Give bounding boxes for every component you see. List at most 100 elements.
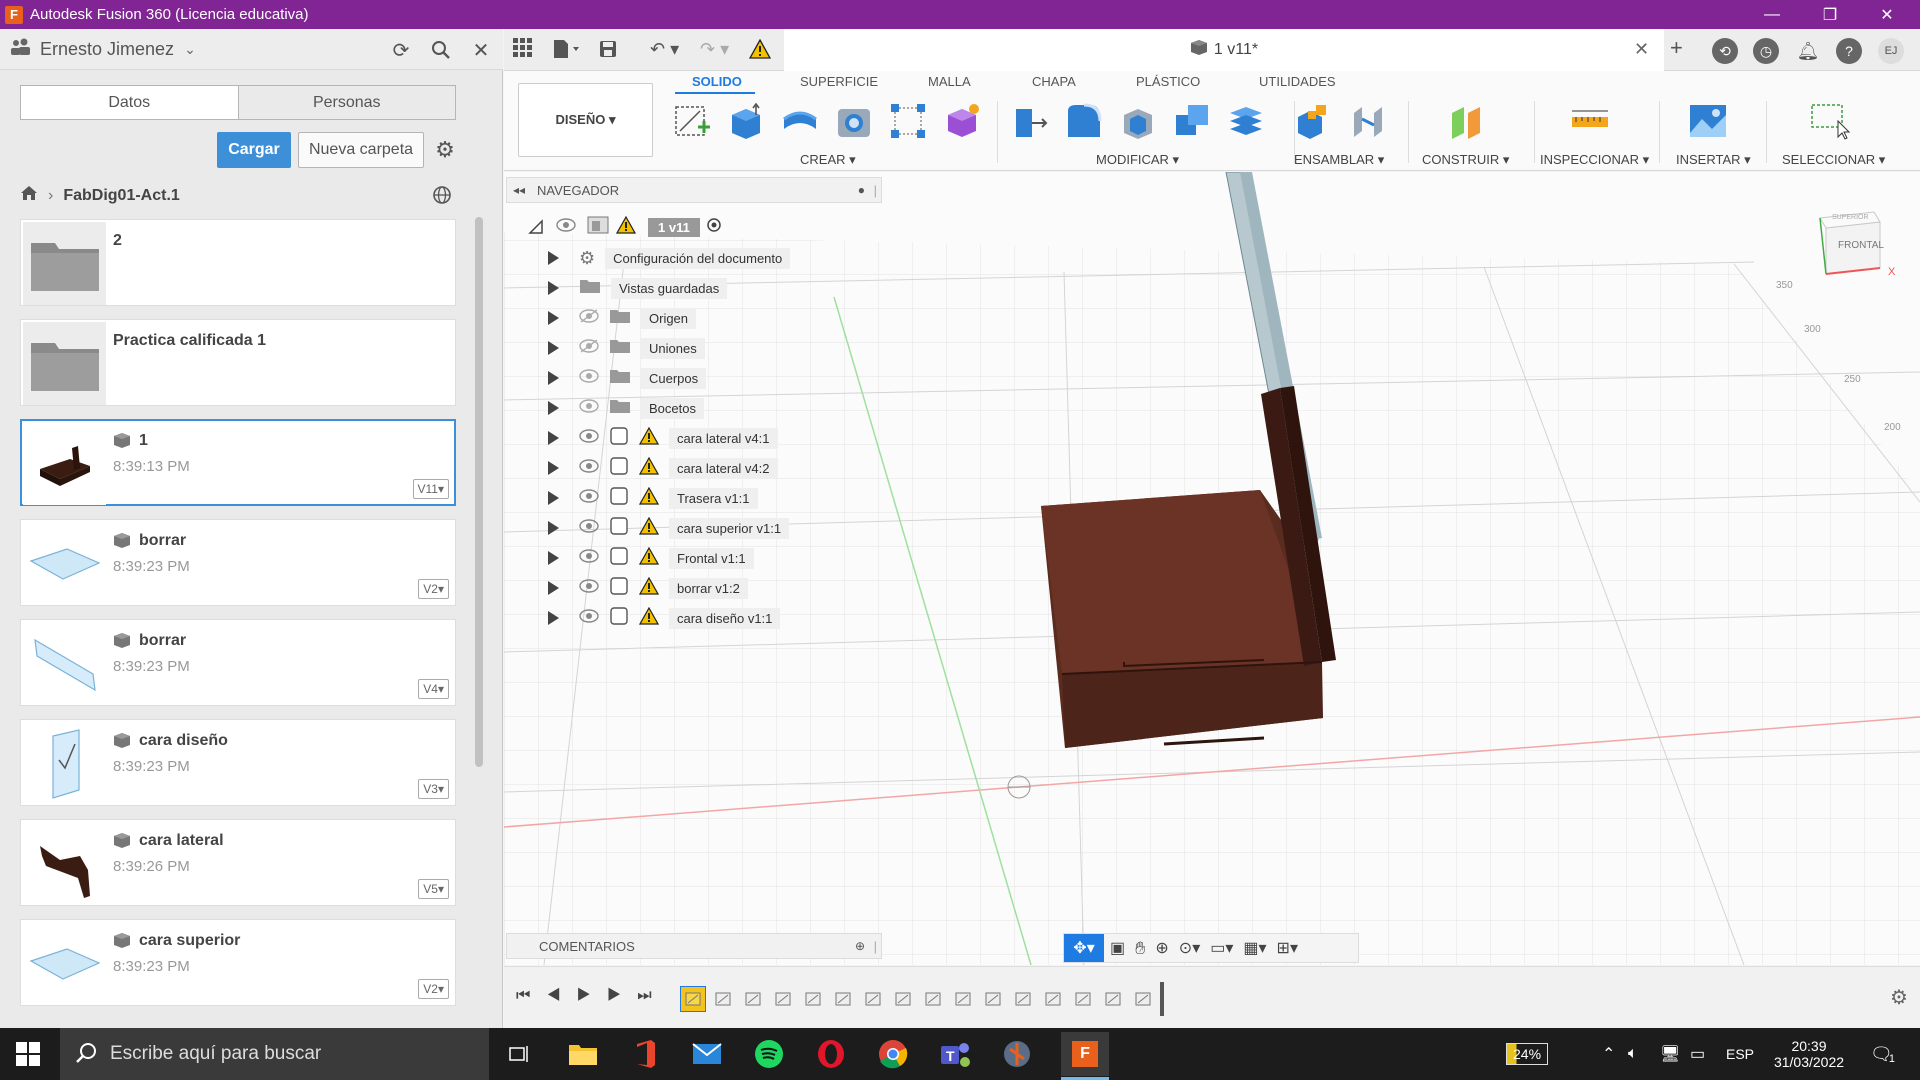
help-icon[interactable]: ? <box>1836 38 1862 64</box>
viewports-icon[interactable]: ⊞▾ <box>1277 938 1298 958</box>
pan-hand-icon[interactable]: ✋︎ <box>1135 938 1145 959</box>
extrude-icon[interactable] <box>726 101 766 141</box>
grid-icon[interactable]: ▦▾ <box>1243 938 1266 958</box>
eye-icon[interactable] <box>579 398 599 418</box>
list-item[interactable]: Practica calificada 1 <box>20 319 456 406</box>
list-item[interactable]: cara lateral 8:39:26 PM V5 ▾ <box>20 819 456 906</box>
browser-node-label[interactable]: cara diseño v1:1 <box>669 607 781 629</box>
browser-node[interactable]: cara superior v1:1 <box>548 515 790 541</box>
taskbar-search[interactable]: Escribe aquí para buscar <box>60 1028 489 1080</box>
minimize-button[interactable]: — <box>1743 0 1801 29</box>
settings-gear-icon[interactable]: ⚙ <box>432 137 458 163</box>
warning-icon[interactable] <box>748 38 772 64</box>
timeline-settings-icon[interactable]: ⚙ <box>1890 985 1908 1010</box>
revolve-icon[interactable] <box>780 101 820 141</box>
new-component-icon[interactable] <box>1294 101 1334 141</box>
expand-icon[interactable] <box>548 341 559 355</box>
app-grid-icon[interactable] <box>512 37 532 63</box>
browser-node-label[interactable]: Origen <box>641 307 697 329</box>
windows-start-icon[interactable] <box>16 1042 40 1071</box>
browser-node-label[interactable]: Cuerpos <box>641 367 707 389</box>
browser-node[interactable]: Origen <box>548 305 697 331</box>
browser-node-label[interactable]: cara lateral v4:1 <box>669 427 778 449</box>
expand-icon[interactable] <box>548 491 559 505</box>
teams-icon[interactable]: T <box>937 1036 973 1072</box>
eye-icon[interactable] <box>579 518 599 538</box>
eye-icon[interactable] <box>579 578 599 598</box>
offset-plane-icon[interactable] <box>1446 101 1486 141</box>
list-item[interactable]: 2 <box>20 219 456 306</box>
volume-icon[interactable]: 🔈︎ <box>1628 1028 1638 1080</box>
eye-hidden-icon[interactable] <box>579 338 599 358</box>
version-dropdown[interactable]: V2 ▾ <box>418 979 449 999</box>
browser-node[interactable]: Vistas guardadas <box>548 275 728 301</box>
timeline-marker[interactable] <box>1160 982 1164 1016</box>
add-comment-icon[interactable]: ⊕ <box>855 939 865 953</box>
expand-icon[interactable] <box>548 551 559 565</box>
version-dropdown[interactable]: V5 ▾ <box>418 879 449 899</box>
tab-chapa[interactable]: CHAPA <box>1032 74 1076 89</box>
root-label[interactable]: 1 v11 <box>648 217 700 237</box>
chevron-down-icon[interactable]: ⌄ <box>184 41 196 58</box>
browser-node-label[interactable]: Uniones <box>641 337 705 359</box>
notifications-icon[interactable]: 🔔︎ <box>1795 38 1821 64</box>
expand-icon[interactable] <box>548 251 559 265</box>
close-panel-icon[interactable]: ✕ <box>468 37 494 63</box>
eye-icon[interactable] <box>579 458 599 478</box>
list-item[interactable]: borrar 8:39:23 PM V2 ▾ <box>20 519 456 606</box>
browser-node-label[interactable]: Trasera v1:1 <box>669 487 758 509</box>
eye-hidden-icon[interactable] <box>579 308 599 328</box>
tab-datos[interactable]: Datos <box>21 86 239 119</box>
browser-node-label[interactable]: cara superior v1:1 <box>669 517 790 539</box>
view-cube[interactable]: FRONTAL SUPERIOR X <box>1810 208 1900 288</box>
group-inspeccionar[interactable]: INSPECCIONAR ▾ <box>1540 152 1649 168</box>
network-icon[interactable]: 🖥︎ <box>1660 1028 1680 1080</box>
browser-root[interactable]: 1 v11 <box>528 214 722 240</box>
home-icon[interactable] <box>20 185 38 207</box>
expand-icon[interactable] <box>548 581 559 595</box>
pattern-icon[interactable] <box>888 101 928 141</box>
eye-icon[interactable] <box>556 217 576 237</box>
eye-icon[interactable] <box>579 368 599 388</box>
group-construir[interactable]: CONSTRUIR ▾ <box>1422 152 1509 168</box>
avatar[interactable]: EJ <box>1878 38 1904 64</box>
timeline-feature[interactable] <box>1130 986 1156 1012</box>
browser-node[interactable]: Trasera v1:1 <box>548 485 758 511</box>
browser-node[interactable]: cara lateral v4:2 <box>548 455 778 481</box>
tab-plastico[interactable]: PLÁSTICO <box>1136 74 1200 89</box>
redo-icon[interactable]: ↷ ▾ <box>700 39 729 60</box>
browser-node-label[interactable]: Frontal v1:1 <box>669 547 754 569</box>
minimize-panel-icon[interactable]: ● <box>858 183 865 197</box>
list-item[interactable]: 1 8:39:13 PM V11 ▾ <box>20 419 456 506</box>
tab-solido[interactable]: SOLIDO <box>692 74 742 89</box>
clock[interactable]: 20:39 31/03/2022 <box>1768 1028 1850 1080</box>
group-insertar[interactable]: INSERTAR ▾ <box>1676 152 1751 168</box>
browser-node[interactable]: borrar v1:2 <box>548 575 748 601</box>
opera-icon[interactable] <box>813 1036 849 1072</box>
browser-node-label[interactable]: Configuración del documento <box>605 247 791 269</box>
group-modificar[interactable]: MODIFICAR ▾ <box>1096 152 1179 168</box>
tab-utilidades[interactable]: UTILIDADES <box>1259 74 1336 89</box>
browser-node[interactable]: Bocetos <box>548 395 704 421</box>
workspace-dropdown[interactable]: DISEÑO ▾ <box>518 83 653 157</box>
create-sketch-icon[interactable] <box>672 101 712 141</box>
user-name-dropdown[interactable]: Ernesto Jimenez <box>40 39 174 60</box>
version-dropdown[interactable]: V11 ▾ <box>412 479 449 499</box>
zoom-icon[interactable]: ⊕ <box>1155 938 1168 958</box>
browser-node-label[interactable]: Vistas guardadas <box>611 277 728 299</box>
group-ensamblar[interactable]: ENSAMBLAR ▾ <box>1294 152 1384 168</box>
expand-icon[interactable] <box>548 461 559 475</box>
document-tab[interactable]: 1 v11* <box>784 29 1664 71</box>
browser-node[interactable]: Uniones <box>548 335 705 361</box>
spotify-icon[interactable] <box>751 1036 787 1072</box>
browser-node[interactable]: cara lateral v4:1 <box>548 425 778 451</box>
group-crear[interactable]: CREAR ▾ <box>800 152 856 168</box>
undo-icon[interactable]: ↶ ▾ <box>650 39 679 60</box>
collapse-icon[interactable]: ◂◂ <box>513 183 525 197</box>
timeline-feature[interactable] <box>860 986 886 1012</box>
timeline-feature[interactable] <box>740 986 766 1012</box>
browser-node[interactable]: cara diseño v1:1 <box>548 605 781 631</box>
timeline-controls[interactable]: ⏮◀▶▶⏭ <box>516 987 668 1005</box>
new-folder-button[interactable]: Nueva carpeta <box>298 132 424 168</box>
comments-panel[interactable]: COMENTARIOS ⊕ | <box>506 933 882 959</box>
